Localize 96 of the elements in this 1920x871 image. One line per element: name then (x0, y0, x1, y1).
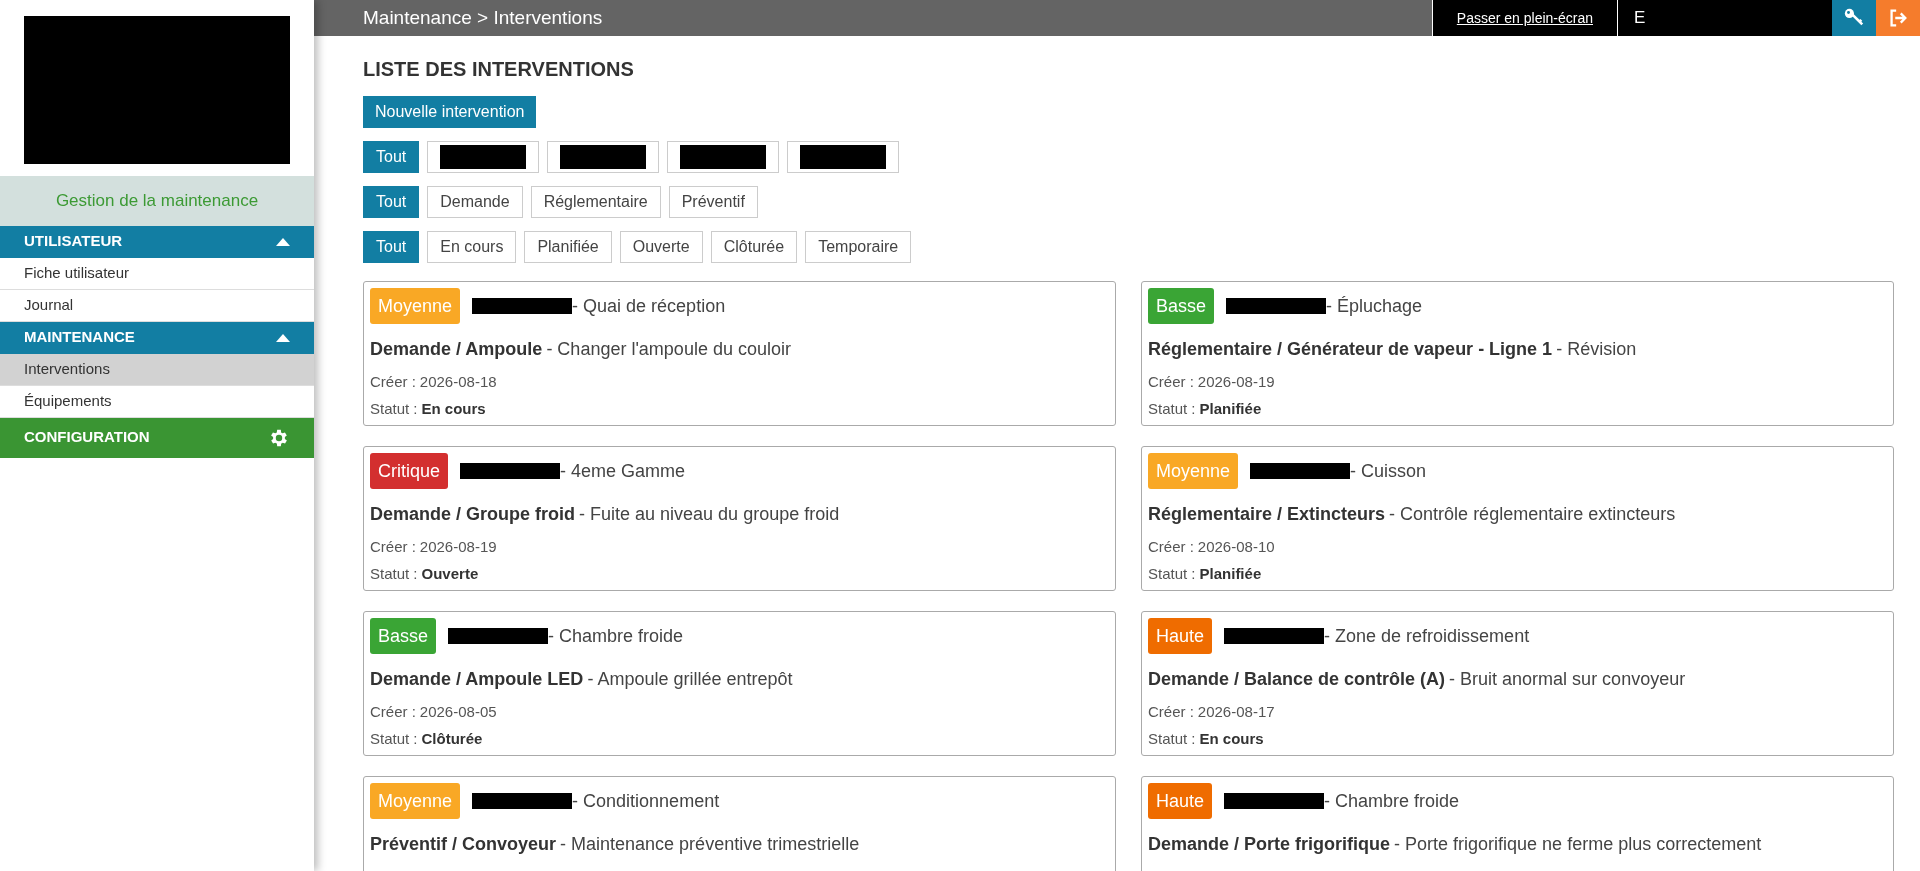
description-text: - Bruit anormal sur convoyeur (1449, 668, 1686, 691)
filter-button[interactable]: Réglementaire (530, 186, 661, 218)
priority-badge: Basse (370, 618, 437, 654)
status-label: Statut : (370, 728, 418, 749)
location-text: - 4eme Gamme (560, 459, 686, 483)
created-date: 2026-08-19 (419, 537, 497, 557)
filter-button[interactable] (547, 141, 660, 173)
description-text: - Fuite au niveau du groupe froid (579, 503, 840, 526)
filter-button[interactable] (667, 141, 780, 173)
created-label: Créer : (370, 702, 416, 722)
breadcrumb: Maintenance > Interventions (362, 5, 604, 30)
category-text: Demande / Groupe froid (370, 503, 576, 526)
key-button[interactable] (1832, 0, 1876, 36)
status-value: Ouverte (421, 563, 479, 584)
created-date: 2026-08-17 (1197, 702, 1275, 722)
status-value: En cours (421, 398, 486, 419)
category-text: Demande / Ampoule (370, 338, 543, 361)
intervention-card[interactable]: Haute - Zone de refroidissement Demande / Balance de contrôle (A) - Bruit anormal sur convoyeur Créer : 2026-08-17 Statut : En cours (1141, 611, 1894, 756)
priority-badge: Haute (1148, 783, 1213, 819)
description-text: - Maintenance préventive trimestrielle (560, 833, 860, 856)
intervention-card[interactable]: Basse - Épluchage Réglementaire / Générateur de vapeur - Ligne 1 - Révision Créer : 2026-08-19 Statut : Planifiée (1141, 281, 1894, 426)
filter-button[interactable]: Planifiée (524, 231, 612, 263)
category-text: Demande / Porte frigorifique (1148, 833, 1391, 856)
location-text: - Conditionnement (572, 789, 720, 813)
app-title: Gestion de la maintenance (0, 176, 314, 226)
priority-badge: Moyenne (1148, 453, 1239, 489)
status-value: Planifiée (1199, 398, 1262, 419)
priority-badge: Haute (1148, 618, 1213, 654)
created-label: Créer : (370, 537, 416, 557)
location-text: - Chambre froide (548, 624, 684, 648)
status-label: Statut : (370, 398, 418, 419)
priority-badge: Critique (370, 453, 449, 489)
category-text: Réglementaire / Extincteurs (1148, 503, 1386, 526)
intervention-card[interactable]: Moyenne - Cuisson Réglementaire / Extincteurs - Contrôle réglementaire extincteurs Créer : 2026-08-10 Statut : Planifiée (1141, 446, 1894, 591)
location-text: - Cuisson (1350, 459, 1427, 483)
sidebar-item[interactable]: Équipements (0, 385, 314, 418)
section-header[interactable]: CONFIGURATION (0, 417, 314, 458)
filter-button[interactable]: Ouverte (619, 231, 703, 263)
created-label: Créer : (1148, 537, 1194, 557)
logout-icon (1887, 7, 1909, 29)
status-label: Statut : (1148, 398, 1196, 419)
description-text: - Changer l'ampoule du couloir (546, 338, 791, 361)
priority-badge: Moyenne (370, 288, 461, 324)
created-label: Créer : (1148, 372, 1194, 392)
filter-button[interactable]: En cours (427, 231, 517, 263)
intervention-card[interactable]: Critique - 4eme Gamme Demande / Groupe froid - Fuite au niveau du groupe froid Créer : 2026-08-19 Statut : Ouverte (363, 446, 1116, 591)
sidebar-item[interactable]: Journal (0, 289, 314, 322)
created-label: Créer : (1148, 702, 1194, 722)
created-date: 2026-08-18 (419, 372, 497, 392)
category-text: Préventif / Convoyeur (370, 833, 557, 856)
filter-button[interactable]: Demande (427, 186, 523, 218)
intervention-card[interactable]: Moyenne - Quai de réception Demande / Ampoule - Changer l'ampoule du couloir Créer : 2026-08-18 Statut : En cours (363, 281, 1116, 426)
sidebar-item[interactable]: Fiche utilisateur (0, 257, 314, 290)
status-label: Statut : (370, 563, 418, 584)
filter-button[interactable] (787, 141, 900, 173)
priority-badge: Moyenne (370, 783, 461, 819)
filter-button[interactable]: Tout (363, 141, 420, 173)
category-text: Demande / Balance de contrôle (A) (1148, 668, 1446, 691)
section-header[interactable]: UTILISATEUR (0, 225, 314, 258)
filter-button[interactable]: Clôturée (710, 231, 798, 263)
filter-button[interactable]: Temporaire (805, 231, 912, 263)
intervention-card[interactable]: Haute - Chambre froide Demande / Porte frigorifique - Porte frigorifique ne ferme plus correctement (1141, 776, 1894, 871)
created-date: 2026-08-10 (1197, 537, 1275, 557)
location-text: - Épluchage (1326, 294, 1423, 318)
description-text: - Contrôle réglementaire extincteurs (1389, 503, 1676, 526)
status-label: Statut : (1148, 728, 1196, 749)
created-label: Créer : (370, 372, 416, 392)
filter-button[interactable] (427, 141, 540, 173)
caret-up-icon (276, 333, 290, 342)
description-text: - Révision (1556, 338, 1637, 361)
created-date: 2026-08-05 (419, 702, 497, 722)
filter-button[interactable]: Tout (363, 231, 420, 263)
caret-up-icon (276, 237, 290, 246)
intervention-card[interactable]: Basse - Chambre froide Demande / Ampoule LED - Ampoule grillée entrepôt Créer : 2026-08-05 Statut : Clôturée (363, 611, 1116, 756)
status-label: Statut : (1148, 563, 1196, 584)
created-date: 2026-08-19 (1197, 372, 1275, 392)
intervention-card[interactable]: Moyenne - Conditionnement Préventif / Convoyeur - Maintenance préventive trimestrielle (363, 776, 1116, 871)
status-value: Clôturée (421, 728, 483, 749)
location-text: - Zone de refroidissement (1324, 624, 1530, 648)
description-text: - Porte frigorifique ne ferme plus correctement (1394, 833, 1762, 856)
status-value: Planifiée (1199, 563, 1262, 584)
filter-button[interactable]: Tout (363, 186, 420, 218)
category-text: Demande / Ampoule LED (370, 668, 584, 691)
category-text: Réglementaire / Générateur de vapeur - Ligne 1 (1148, 338, 1553, 361)
sidebar-item[interactable]: Interventions (0, 353, 314, 386)
page-title: LISTE DES INTERVENTIONS (363, 57, 635, 82)
logout-button[interactable] (1876, 0, 1920, 36)
location-text: - Chambre froide (1324, 789, 1460, 813)
status-value: En cours (1199, 728, 1264, 749)
location-text: - Quai de réception (572, 294, 726, 318)
section-header[interactable]: MAINTENANCE (0, 321, 314, 354)
user-name: E (1634, 7, 1646, 30)
priority-badge: Basse (1148, 288, 1215, 324)
description-text: - Ampoule grillée entrepôt (587, 668, 793, 691)
filter-button[interactable]: Préventif (668, 186, 758, 218)
new-intervention-button[interactable]: Nouvelle intervention (363, 96, 537, 128)
